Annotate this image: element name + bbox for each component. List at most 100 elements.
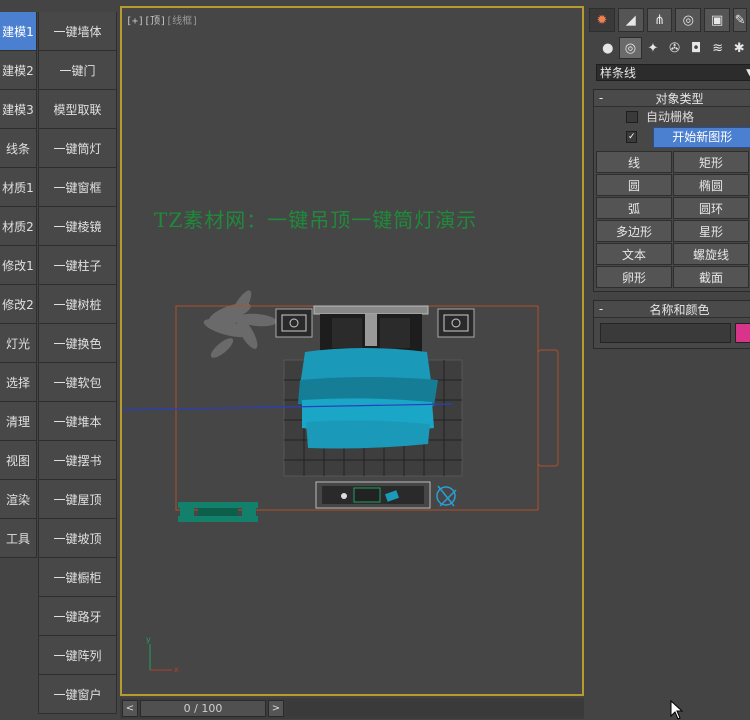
left-tool-button[interactable]: 材质1 — [0, 168, 37, 207]
shape-button[interactable]: 星形 — [673, 220, 749, 242]
left-tool-button[interactable]: 线条 — [0, 129, 37, 168]
shape-button[interactable]: 螺旋线 — [673, 243, 749, 265]
left-tool-button[interactable]: 建模2 — [0, 51, 37, 90]
object-type-header[interactable]: - 对象类型 — [594, 90, 750, 107]
time-slider[interactable]: < 0 / 100 > — [120, 698, 584, 719]
create-subcategories: ● ◎ ✦ ✇ ◘ ≋ ✱ — [587, 34, 750, 62]
shape-buttons-grid: 线矩形圆椭圆弧圆环 多边形 星形 文本 螺旋线 卵形 截面 — [594, 148, 750, 291]
hierarchy-tab-icon[interactable]: ⋔ — [646, 8, 673, 32]
shape-button[interactable]: 截面 — [673, 266, 749, 288]
left-tool-button[interactable]: 清理 — [0, 402, 37, 441]
one-click-tool-button[interactable]: 一键软包 — [38, 363, 117, 402]
light-symbol — [436, 485, 457, 507]
display-tab-icon[interactable]: ▣ — [704, 8, 731, 32]
motion-tab-icon[interactable]: ◎ — [675, 8, 702, 32]
create-tab-icon[interactable]: ✹ — [589, 8, 615, 32]
one-click-tool-button[interactable]: 一键摆书 — [38, 441, 117, 480]
name-color-header[interactable]: - 名称和颜色 — [594, 301, 750, 318]
one-click-tool-button[interactable]: 一键阵列 — [38, 636, 117, 675]
left-toolbar-secondary: 一键墙体 一键门 模型取联 一键筒灯 一键窗框 一键棱镜 一键柱子 一键树桩 一键换色 一键软包一… — [38, 12, 117, 714]
name-color-rollout: - 名称和颜色 — [593, 300, 750, 349]
collapse-icon: - — [598, 302, 604, 316]
frame-slider[interactable]: 0 / 100 — [140, 700, 266, 717]
left-tool-button[interactable]: 工具 — [0, 519, 37, 558]
top-viewport[interactable]: [+][顶][线框] TZ素材网：一键吊顶一键筒灯演示 y x — [120, 6, 584, 696]
one-click-tool-button[interactable]: 一键柱子 — [38, 246, 117, 285]
systems-icon[interactable]: ✱ — [728, 38, 750, 58]
shape-button[interactable]: 椭圆 — [673, 174, 749, 196]
tv-console — [315, 481, 431, 509]
shape-button[interactable]: 线 — [596, 151, 672, 173]
autogrid-checkbox[interactable] — [626, 110, 638, 123]
cameras-icon[interactable]: ✇ — [664, 38, 686, 58]
plant-object — [203, 290, 277, 358]
scene-drawing: y x — [122, 290, 559, 674]
shape-button[interactable]: 卵形 — [596, 266, 672, 288]
svg-text:x: x — [174, 665, 179, 674]
object-type-rollout: - 对象类型 自动栅格 ✓ 开始新图形 线矩形圆椭圆弧圆环 多边形 星形 文本 螺旋线卵… — [593, 89, 750, 292]
one-click-tool-button[interactable]: 一键屋顶 — [38, 480, 117, 519]
left-tool-button[interactable]: 建模1 — [0, 12, 37, 51]
prev-frame-button[interactable]: < — [122, 700, 138, 717]
one-click-tool-button[interactable]: 一键门 — [38, 51, 117, 90]
bed-blanket — [298, 348, 438, 449]
start-new-shape-button[interactable]: 开始新图形 — [653, 126, 750, 148]
nightstand-left — [275, 308, 313, 338]
left-tool-button[interactable]: 渲染 — [0, 480, 37, 519]
shape-button[interactable]: 弧 — [596, 197, 672, 219]
one-click-tool-button[interactable]: 一键路牙 — [38, 597, 117, 636]
object-type-title: 对象类型 — [655, 91, 704, 106]
command-panel-tabs: ✹ ◢ ⋔ ◎ ▣ ✎ — [587, 6, 750, 34]
one-click-tool-button[interactable]: 模型取联 — [38, 90, 117, 129]
one-click-tool-button[interactable]: 一键棱镜 — [38, 207, 117, 246]
shape-category-dropdown[interactable]: 样条线 ▼ — [596, 64, 750, 81]
helpers-icon[interactable]: ◘ — [685, 38, 707, 58]
utilities-tab-icon[interactable]: ✎ — [733, 8, 747, 32]
shape-button[interactable]: 多边形 — [596, 220, 672, 242]
one-click-tool-button[interactable]: 一键坡顶 — [38, 519, 117, 558]
spacewarps-icon[interactable]: ≋ — [707, 38, 729, 58]
collapse-icon: - — [598, 91, 604, 105]
one-click-tool-button[interactable]: 一键筒灯 — [38, 129, 117, 168]
shape-button[interactable]: 文本 — [596, 243, 672, 265]
shapes-icon[interactable]: ◎ — [618, 37, 643, 59]
shape-button[interactable]: 圆环 — [673, 197, 749, 219]
name-row — [594, 318, 750, 348]
object-name-field[interactable] — [600, 323, 731, 343]
geometry-icon[interactable]: ● — [597, 38, 619, 58]
svg-text:y: y — [146, 635, 151, 644]
one-click-tool-button[interactable]: 一键橱柜 — [38, 558, 117, 597]
start-new-shape-checkbox[interactable]: ✓ — [626, 131, 638, 143]
one-click-tool-button[interactable]: 一键换色 — [38, 324, 117, 363]
one-click-tool-button[interactable]: 一键树桩 — [38, 285, 117, 324]
left-tool-button[interactable]: 灯光 — [0, 324, 37, 363]
chevron-down-icon: ▼ — [746, 67, 750, 78]
left-tool-button[interactable]: 修改1 — [0, 246, 37, 285]
side-cabinet — [537, 349, 559, 467]
autogrid-label: 自动栅格 — [646, 110, 695, 124]
one-click-tool-button[interactable]: 一键窗户 — [38, 675, 117, 714]
left-toolbar-primary: 建模1 建模2 建模3 线条 材质1 材质2 修改1 修改2 灯光 选择 清理 视图 渲染 工具 — [0, 12, 37, 558]
nightstand-right — [437, 308, 475, 338]
object-color-swatch[interactable] — [735, 323, 750, 343]
bench-object — [178, 502, 258, 522]
left-tool-button[interactable]: 修改2 — [0, 285, 37, 324]
next-frame-button[interactable]: > — [268, 700, 284, 717]
headboard — [313, 305, 429, 354]
axis-gizmo: y x — [146, 635, 179, 674]
shape-button[interactable]: 矩形 — [673, 151, 749, 173]
dropdown-value: 样条线 — [600, 66, 637, 80]
one-click-tool-button[interactable]: 一键窗框 — [38, 168, 117, 207]
left-tool-button[interactable]: 建模3 — [0, 90, 37, 129]
lights-icon[interactable]: ✦ — [642, 38, 664, 58]
modify-tab-icon[interactable]: ◢ — [617, 8, 644, 32]
timeline-track[interactable] — [286, 701, 584, 716]
mouse-cursor-icon — [670, 700, 684, 720]
one-click-tool-button[interactable]: 一键墙体 — [38, 12, 117, 51]
start-new-shape-row: ✓ 开始新图形 — [594, 126, 750, 148]
one-click-tool-button[interactable]: 一键堆本 — [38, 402, 117, 441]
shape-button[interactable]: 圆 — [596, 174, 672, 196]
left-tool-button[interactable]: 材质2 — [0, 207, 37, 246]
left-tool-button[interactable]: 选择 — [0, 363, 37, 402]
left-tool-button[interactable]: 视图 — [0, 441, 37, 480]
